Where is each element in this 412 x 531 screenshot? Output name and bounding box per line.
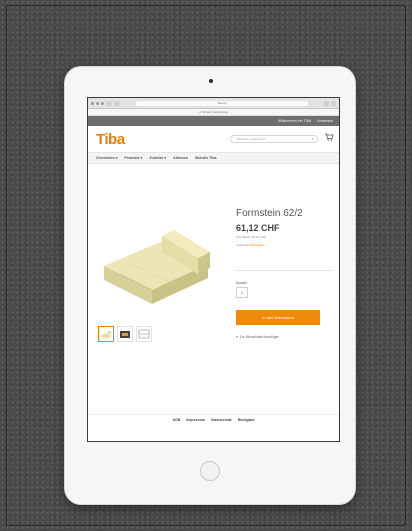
add-to-cart-button[interactable]: In den Warenkorb: [236, 310, 320, 325]
share-icon[interactable]: [324, 100, 329, 106]
tablet-screen: ‹ › tiba.ch ● Sichere Verbindung Willkom…: [87, 97, 340, 442]
wishlist-label: Zur Wunschliste hinzufügen: [239, 335, 280, 339]
product-price: 61,12 CHF: [236, 223, 280, 233]
search-input[interactable]: Wonach suchen Sie? ⌕: [230, 135, 318, 143]
nav-item-website[interactable]: Website Tiba: [195, 156, 216, 160]
stock-label: Lieferzeit: [236, 243, 249, 247]
thumbnail-1[interactable]: [98, 326, 114, 342]
notice-text: Sichere Verbindung: [201, 110, 228, 114]
product-image[interactable]: [100, 194, 212, 312]
welcome-link[interactable]: Willkommen bei TIBA: [278, 119, 311, 123]
secure-connection-notice: ● Sichere Verbindung: [88, 109, 339, 116]
login-link[interactable]: Anmelden: [317, 119, 333, 123]
site-header: Tiba Wonach suchen Sie? ⌕: [88, 126, 339, 152]
tabs-icon[interactable]: [331, 100, 336, 106]
cart-icon[interactable]: [324, 132, 334, 142]
window-close-icon[interactable]: [91, 101, 94, 105]
lock-icon: ●: [199, 110, 201, 114]
stock-value: Auf Anfrage: [248, 243, 265, 247]
search-icon[interactable]: ⌕: [312, 136, 314, 142]
nav-item-zubehoer[interactable]: Zubehör ▾: [149, 156, 166, 160]
back-icon[interactable]: ‹: [106, 100, 112, 106]
footer-link-datenschutz[interactable]: Datenschutz: [211, 418, 232, 422]
footer-divider: [88, 414, 339, 415]
heart-icon: ♥: [236, 335, 238, 339]
top-strip: Willkommen bei TIBA Anmelden: [88, 116, 339, 126]
window-minimize-icon[interactable]: [96, 101, 99, 105]
nav-item-aktionen[interactable]: Aktionen: [173, 156, 188, 160]
price-note: inkl. MwSt. 86,91 CHF: [236, 235, 266, 239]
quantity-stepper[interactable]: 1: [236, 287, 248, 298]
product-title: Formstein 62/2: [236, 208, 303, 219]
window-maximize-icon[interactable]: [101, 101, 104, 105]
divider: [236, 270, 332, 271]
nav-item-produkte[interactable]: Produkte ▾: [124, 156, 142, 160]
category-nav: Cheminées ▾ Produkte ▾ Zubehör ▾ Aktione…: [88, 152, 339, 164]
thumbnail-strip: [98, 326, 152, 342]
address-bar[interactable]: tiba.ch: [136, 100, 308, 106]
footer-link-agb[interactable]: AGB: [172, 418, 180, 422]
footer-link-impressum[interactable]: Impressum: [186, 418, 205, 422]
browser-toolbar: ‹ › tiba.ch: [88, 98, 339, 109]
wishlist-link[interactable]: ♥ Zur Wunschliste hinzufügen: [236, 335, 279, 339]
nav-item-cheminees[interactable]: Cheminées ▾: [96, 156, 117, 160]
camera-icon: [209, 79, 213, 83]
thumbnail-2[interactable]: [117, 326, 133, 342]
search-placeholder: Wonach suchen Sie?: [237, 137, 266, 141]
home-button[interactable]: [200, 461, 220, 481]
stock-info: Lieferzeit Auf Anfrage: [236, 243, 265, 247]
brand-logo[interactable]: Tiba: [96, 131, 125, 148]
footer-links: AGB Impressum Datenschutz Rückgabe: [88, 418, 339, 422]
forward-icon[interactable]: ›: [114, 100, 120, 106]
quantity-label: Anzahl: [236, 281, 247, 285]
footer-link-rueckgabe[interactable]: Rückgabe: [238, 418, 255, 422]
thumbnail-3[interactable]: [136, 326, 152, 342]
tablet-device: ‹ › tiba.ch ● Sichere Verbindung Willkom…: [65, 67, 355, 504]
